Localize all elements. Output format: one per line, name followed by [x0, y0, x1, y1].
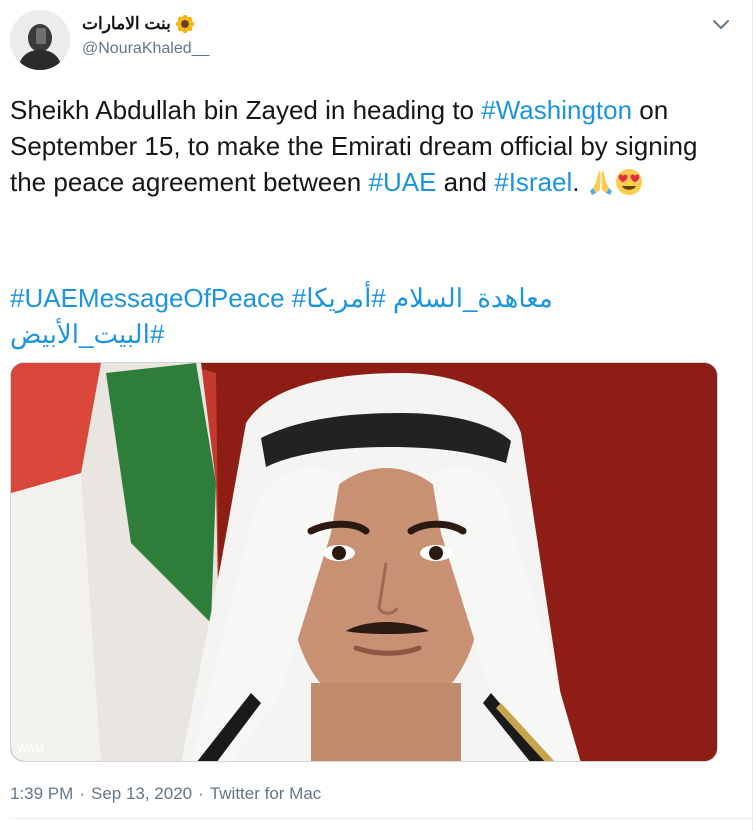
more-options-button[interactable] — [710, 14, 732, 36]
tweet-text-part: and — [436, 167, 495, 197]
hashtags-block: #UAEMessageOfPeace #معاهدة_السلام #أمريك… — [10, 280, 725, 352]
author-name-row[interactable]: بنت الامارات — [82, 12, 195, 36]
portrait-photo — [11, 363, 717, 761]
uae-flag — [11, 363, 221, 761]
tweet-meta: 1:39 PM · Sep 13, 2020 · Twitter for Mac — [10, 784, 321, 804]
hashtag-white-house-link[interactable]: #البيت_الأبيض — [10, 316, 725, 352]
tweet-photo[interactable]: WAM — [10, 362, 718, 762]
author-handle[interactable]: @NouraKhaled__ — [82, 40, 209, 58]
chevron-down-icon — [713, 20, 729, 29]
tweet-text-part: . — [572, 167, 587, 197]
meta-separator: · — [79, 784, 85, 803]
sunflower-icon — [175, 14, 195, 34]
hashtag-washington-link[interactable]: #Washington — [481, 95, 632, 125]
hashtag-uae-link[interactable]: #UAE — [368, 167, 436, 197]
tweet-source-link[interactable]: Twitter for Mac — [210, 784, 321, 804]
tweet-text-part: Sheikh Abdullah bin Zayed in heading to — [10, 95, 482, 125]
hashtags-line[interactable]: #UAEMessageOfPeace #معاهدة_السلام #أمريك… — [10, 280, 725, 316]
meta-separator: · — [198, 784, 204, 803]
tweet-time[interactable]: 1:39 PM — [10, 784, 73, 804]
tweet-text: Sheikh Abdullah bin Zayed in heading to … — [10, 92, 725, 200]
tweet-date[interactable]: Sep 13, 2020 — [91, 784, 192, 804]
folded-hands-emoji — [589, 171, 612, 195]
avatar-image — [10, 10, 70, 70]
hashtag-israel-link[interactable]: #Israel — [494, 167, 572, 197]
photo-watermark: WAM — [17, 743, 44, 755]
heart-eyes-emoji — [615, 169, 642, 195]
avatar[interactable] — [10, 10, 70, 70]
author-display-name[interactable]: بنت الامارات — [82, 14, 171, 34]
divider — [10, 818, 752, 819]
tweet-card: بنت الامارات @NouraKhaled__ Sheikh Abdul… — [0, 0, 753, 831]
